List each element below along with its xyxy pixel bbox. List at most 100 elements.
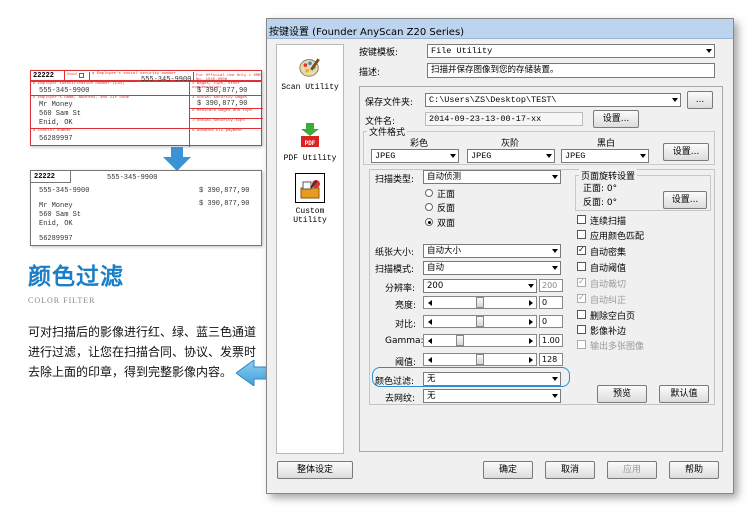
filename-settings-button[interactable]: 设置... bbox=[593, 110, 639, 128]
contrast-value[interactable]: 0 bbox=[539, 315, 563, 328]
option-checkbox[interactable] bbox=[577, 325, 586, 334]
form-after-ein: 555-345-9900 bbox=[39, 187, 90, 195]
option-label: 应用颜色匹配 bbox=[590, 232, 645, 242]
browse-button[interactable]: ... bbox=[687, 91, 713, 109]
descreen-value: 无 bbox=[427, 391, 436, 401]
default-button[interactable]: 默认值 bbox=[659, 385, 709, 403]
chevron-down-icon bbox=[548, 262, 560, 274]
template-select[interactable]: File Utility bbox=[427, 44, 715, 58]
option-label: 自动裁切 bbox=[590, 280, 627, 290]
scan-type-label: 扫描类型: bbox=[375, 175, 415, 185]
format-gray-select[interactable]: JPEG bbox=[467, 149, 555, 163]
side-duplex-radio[interactable] bbox=[425, 218, 433, 226]
save-folder-select[interactable]: C:\Users\ZS\Desktop\TEST\ bbox=[425, 93, 681, 107]
form-before-filter: 22222 Void a Employee's social security … bbox=[30, 70, 263, 147]
option-checkbox[interactable] bbox=[577, 245, 586, 255]
cancel-button[interactable]: 取消 bbox=[545, 461, 595, 479]
rotation-settings-button[interactable]: 设置... bbox=[663, 191, 707, 209]
gamma-label: Gamma: bbox=[385, 336, 424, 346]
resolution-select[interactable]: 200 bbox=[423, 279, 537, 293]
employer-name: Mr Money bbox=[39, 101, 73, 109]
save-folder-label: 保存文件夹: bbox=[365, 98, 414, 108]
format-color-value: JPEG bbox=[375, 151, 396, 161]
format-col-gray: 灰阶 bbox=[501, 139, 520, 149]
scan-type-select[interactable]: 自动侦测 bbox=[423, 170, 561, 184]
side-back-label: 反面 bbox=[437, 204, 456, 214]
form-after-ss-wages: $ 390,877,90 bbox=[199, 200, 250, 208]
ssn-value: 555-345-9900 bbox=[141, 76, 192, 84]
form-after-address-1: 560 Sam St bbox=[39, 210, 82, 219]
side-back-radio[interactable] bbox=[425, 203, 433, 211]
chevron-down-icon bbox=[702, 45, 714, 57]
format-settings-button[interactable]: 设置... bbox=[663, 143, 709, 161]
gamma-slider[interactable] bbox=[423, 334, 537, 347]
slider-right-icon[interactable] bbox=[525, 298, 535, 308]
gamma-value[interactable]: 1.00 bbox=[539, 334, 563, 347]
format-color-select[interactable]: JPEG bbox=[371, 149, 459, 163]
ein-label: b Employer identification number (EIN) bbox=[33, 82, 125, 86]
employer-label: c Employer's name, address, and ZIP code bbox=[33, 96, 130, 100]
slider-left-icon[interactable] bbox=[425, 336, 435, 346]
form-after-wages: $ 390,877,90 bbox=[199, 187, 250, 195]
format-gray-value: JPEG bbox=[471, 151, 492, 161]
scan-mode-value: 自动 bbox=[427, 263, 445, 273]
slider-right-icon[interactable] bbox=[525, 336, 535, 346]
chevron-down-icon bbox=[636, 150, 648, 162]
contrast-thumb[interactable] bbox=[476, 316, 484, 327]
down-arrow-icon bbox=[163, 147, 191, 171]
color-filter-highlight bbox=[372, 367, 570, 387]
option-label: 自动密集 bbox=[590, 248, 627, 258]
description-field[interactable]: 扫描并保存图像到您的存储装置。 bbox=[427, 63, 715, 78]
slider-left-icon[interactable] bbox=[425, 317, 435, 327]
option-checkbox[interactable] bbox=[577, 215, 586, 224]
chevron-down-icon bbox=[542, 150, 554, 162]
slider-left-icon[interactable] bbox=[425, 298, 435, 308]
descreen-select[interactable]: 无 bbox=[423, 389, 561, 403]
button-settings-dialog: 按键设置 (Founder AnyScan Z20 Series) Scan U… bbox=[266, 18, 734, 494]
sidebar-item-scan-utility[interactable]: Scan Utility bbox=[277, 55, 343, 92]
control-value: 56289997 bbox=[39, 135, 73, 143]
scan-type-value: 自动侦测 bbox=[427, 172, 462, 182]
scan-utility-icon bbox=[299, 58, 320, 77]
form-after-employer: Mr Money 560 Sam St Enid, OK bbox=[39, 202, 81, 228]
template-value: File Utility bbox=[431, 46, 493, 56]
option-checkbox[interactable] bbox=[577, 262, 586, 271]
ok-button[interactable]: 确定 bbox=[483, 461, 533, 479]
dialog-titlebar[interactable]: 按键设置 (Founder AnyScan Z20 Series) bbox=[267, 19, 733, 39]
side-front-radio[interactable] bbox=[425, 189, 433, 197]
eic-label: 9 Advance EIC payment bbox=[192, 129, 243, 133]
threshold-slider[interactable] bbox=[423, 353, 537, 366]
preview-button[interactable]: 预览 bbox=[597, 385, 647, 403]
description-label: 描述: bbox=[359, 68, 381, 78]
slider-right-icon[interactable] bbox=[525, 355, 535, 365]
slider-left-icon[interactable] bbox=[425, 355, 435, 365]
scan-mode-select[interactable]: 自动 bbox=[423, 261, 561, 275]
threshold-value[interactable]: 128 bbox=[539, 353, 563, 366]
chevron-down-icon bbox=[548, 245, 560, 257]
utility-sidebar: Scan Utility PDF PDF Utility Custom Util… bbox=[276, 44, 344, 454]
apply-button[interactable]: 应用 bbox=[607, 461, 657, 479]
brightness-thumb[interactable] bbox=[476, 297, 484, 308]
paper-size-select[interactable]: 自动大小 bbox=[423, 244, 561, 258]
brightness-value[interactable]: 0 bbox=[539, 296, 563, 309]
format-col-bw: 黑白 bbox=[597, 139, 616, 149]
filename-field[interactable]: 2014-09-23-13-00-17-xx bbox=[425, 112, 583, 126]
slider-right-icon[interactable] bbox=[525, 317, 535, 327]
option-checkbox[interactable] bbox=[577, 310, 586, 319]
sidebar-item-pdf-utility[interactable]: PDF PDF Utility bbox=[277, 123, 343, 163]
option-label: 连续扫描 bbox=[590, 217, 627, 227]
format-bw-value: JPEG bbox=[565, 151, 586, 161]
overall-settings-button[interactable]: 整体设定 bbox=[277, 461, 353, 479]
threshold-thumb[interactable] bbox=[476, 354, 484, 365]
contrast-slider[interactable] bbox=[423, 315, 537, 328]
format-col-color: 彩色 bbox=[410, 139, 429, 149]
form-after-address-2: Enid, OK bbox=[39, 219, 73, 228]
sidebar-item-custom-utility[interactable]: Custom Utility bbox=[277, 173, 343, 225]
gamma-thumb[interactable] bbox=[456, 335, 464, 346]
option-checkbox[interactable] bbox=[577, 230, 586, 239]
format-bw-select[interactable]: JPEG bbox=[561, 149, 649, 163]
option-label: 影像补边 bbox=[590, 327, 627, 337]
brightness-slider[interactable] bbox=[423, 296, 537, 309]
help-button[interactable]: 帮助 bbox=[669, 461, 719, 479]
option-label: 自动纠正 bbox=[590, 296, 627, 306]
